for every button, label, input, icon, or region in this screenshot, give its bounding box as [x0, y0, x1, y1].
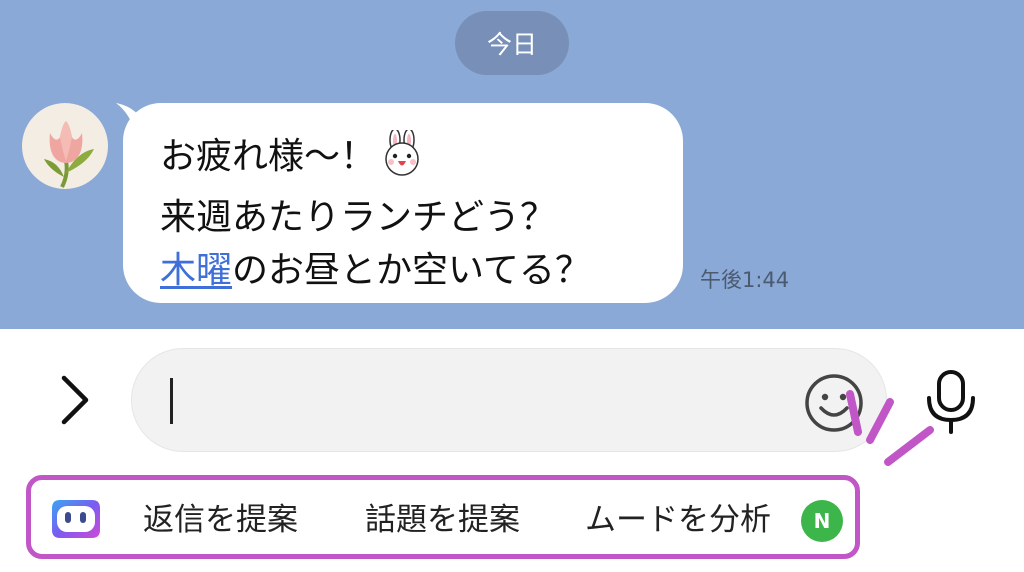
sender-avatar[interactable] — [22, 103, 108, 189]
tulip-avatar-icon — [44, 121, 94, 188]
suggest-reply-button[interactable]: 返信を提案 — [143, 498, 298, 542]
message-line-3: 木曜のお昼とか空いてる？ — [160, 250, 591, 291]
date-link[interactable]: 木曜 — [160, 250, 232, 291]
date-label: 今日 — [486, 30, 537, 59]
message-bubble[interactable]: お疲れ様〜！ 来週あたりランチどう？ 木曜のお昼とか空いてる？ — [123, 103, 683, 303]
microphone-icon — [927, 370, 975, 434]
bunny-emoji-icon — [380, 128, 424, 191]
expand-menu-button[interactable] — [52, 370, 96, 430]
new-badge: N — [801, 500, 843, 542]
suggest-topic-button[interactable]: 話題を提案 — [365, 498, 520, 542]
message-input[interactable] — [131, 348, 887, 452]
analyze-mood-button[interactable]: ムードを分析 — [585, 498, 771, 542]
voice-input-button[interactable] — [920, 368, 982, 434]
ai-bot-button[interactable] — [46, 496, 104, 542]
text-caret — [170, 378, 173, 424]
message-line-1: お疲れ様〜！ — [160, 128, 683, 191]
chevron-right-icon — [61, 375, 89, 425]
ai-bot-icon — [52, 500, 100, 538]
chat-area: 今日 お疲れ様〜！ 来週あたりランチどう？ 木曜のお昼とか空いてる？ 午後1:4… — [0, 0, 1024, 329]
message-timestamp: 午後1:44 — [700, 268, 790, 292]
date-divider: 今日 — [455, 11, 569, 75]
message-line-2: 来週あたりランチどう？ — [160, 197, 557, 238]
